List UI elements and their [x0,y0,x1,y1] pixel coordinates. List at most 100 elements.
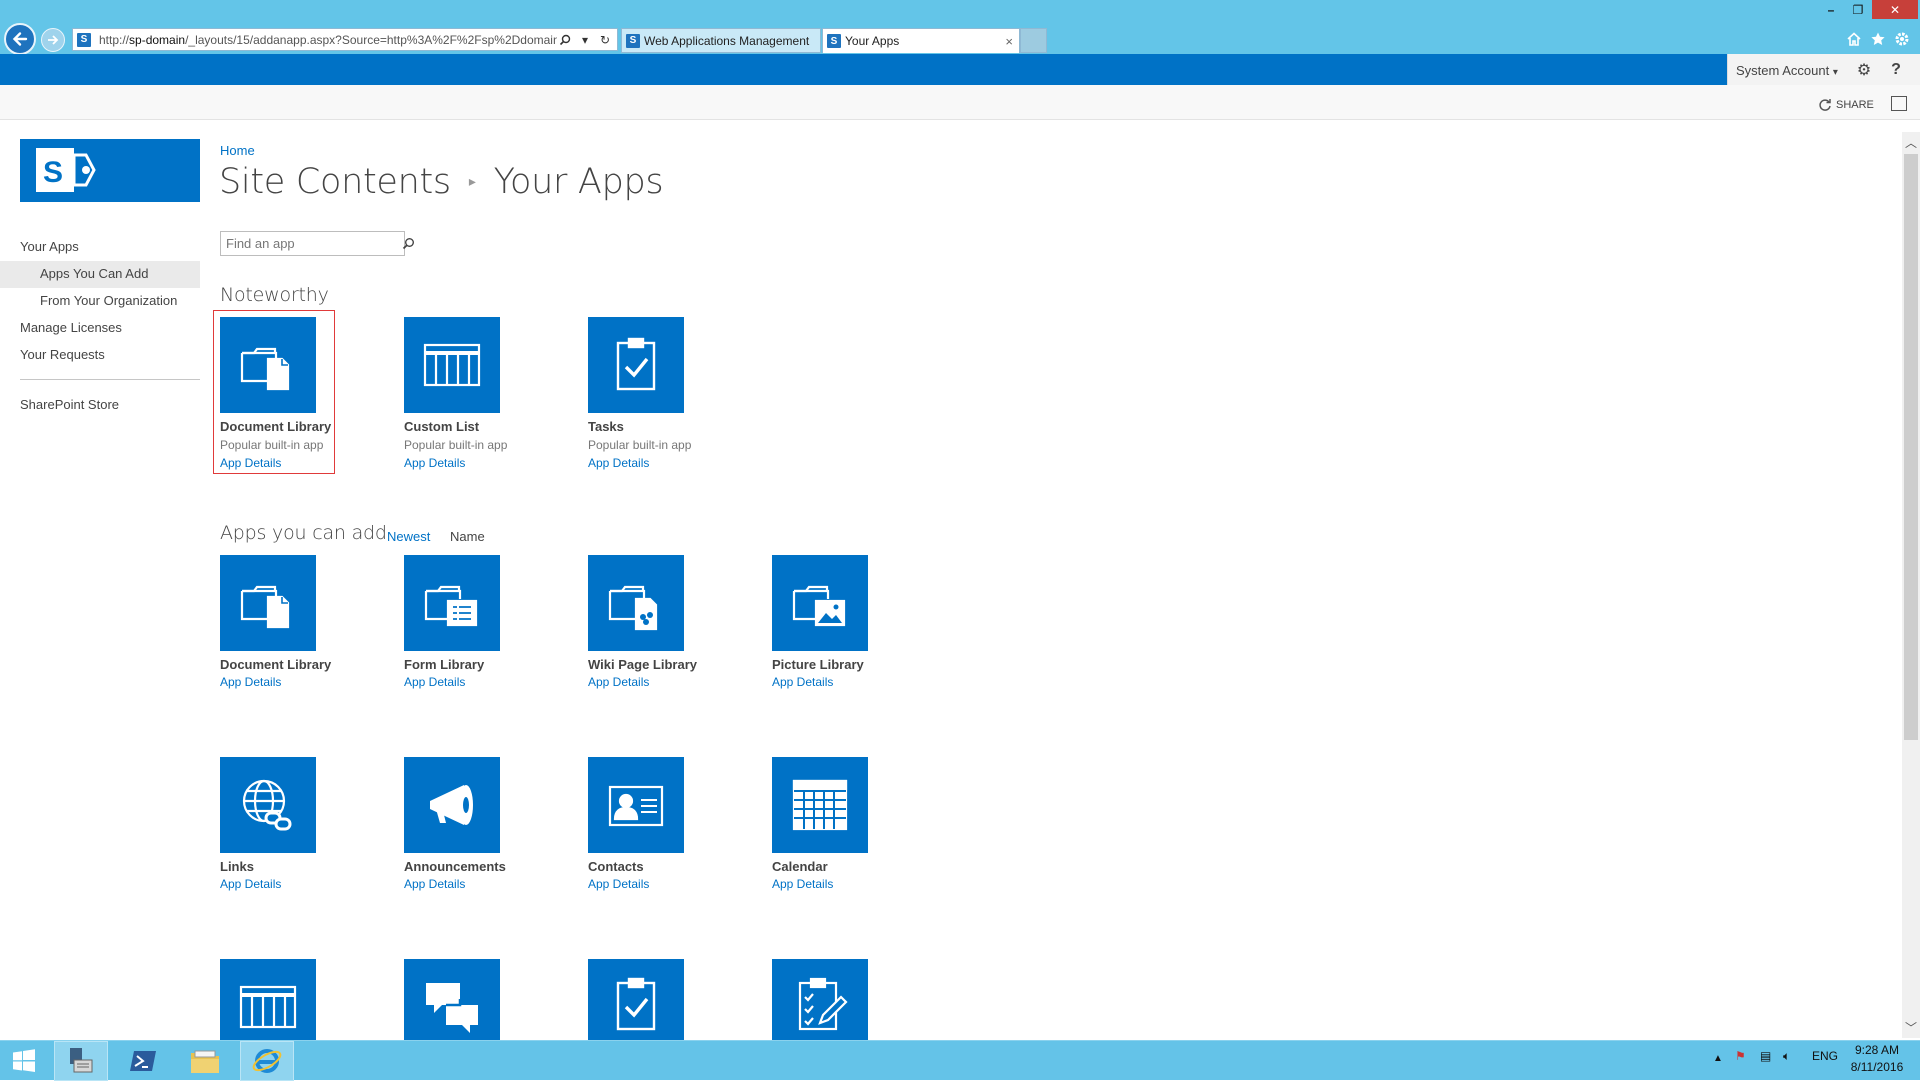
scroll-down-arrow-icon[interactable]: ﹀ [1905,1019,1917,1036]
app-name[interactable]: Contacts [588,859,738,875]
restore-button[interactable]: ❐ [1845,0,1871,19]
app-details-link[interactable]: App Details [220,875,370,893]
app-tile-announcements[interactable]: Announcements App Details [404,757,554,893]
app-name[interactable]: Links [220,859,370,875]
share-button[interactable]: SHARE [1818,98,1874,112]
app-tile-calendar[interactable]: Calendar App Details [772,757,922,893]
announcements-icon[interactable] [404,757,500,853]
app-tile-document-library[interactable]: Document Library App Details [220,555,370,691]
tasks-icon[interactable] [588,317,684,413]
nav-your-apps[interactable]: Your Apps [0,234,200,261]
page-title-site-contents[interactable]: Site Contents [219,162,451,202]
app-tile-wiki-page-library[interactable]: Wiki Page Library App Details [588,555,738,691]
app-name[interactable]: Custom List [404,419,554,435]
noteworthy-tile-tasks[interactable]: Tasks Popular built-in app App Details [588,317,738,472]
new-tab-button[interactable] [1020,28,1047,53]
tray-show-hidden-icon[interactable]: ▲ [1713,1053,1723,1064]
tasks-icon[interactable] [588,959,684,1040]
taskbar-clock[interactable]: 9:28 AM 8/11/2016 [1842,1042,1912,1076]
tray-volume-icon[interactable]: 🔈︎ [1783,1049,1790,1064]
close-tab-icon[interactable]: × [1005,34,1013,49]
refresh-icon[interactable]: ↻ [597,32,613,48]
tray-network-icon[interactable]: ▤ [1760,1049,1771,1063]
app-details-link[interactable]: App Details [404,875,554,893]
taskbar-internet-explorer[interactable] [240,1041,294,1081]
search-icon[interactable] [402,233,415,255]
find-app-search-box[interactable] [220,231,414,256]
minimize-button[interactable]: – [1818,0,1844,19]
url-text[interactable]: http://sp-domain/_layouts/15/addanapp.as… [95,33,557,47]
search-icon[interactable] [557,32,573,48]
app-tile-form-library[interactable]: Form Library App Details [404,555,554,691]
app-name[interactable]: Calendar [772,859,922,875]
app-name[interactable]: Announcements [404,859,554,875]
sort-name-link[interactable]: Name [450,529,485,544]
form-library-icon[interactable] [404,555,500,651]
custom-list-icon[interactable] [404,317,500,413]
nav-your-requests[interactable]: Your Requests [0,342,200,369]
taskbar-server-manager[interactable] [54,1041,108,1081]
discussion-board-icon[interactable] [404,959,500,1040]
close-window-button[interactable]: ✕ [1872,0,1918,19]
app-tile-custom-list[interactable] [220,959,370,1040]
sort-newest-link[interactable]: Newest [387,529,430,544]
app-name[interactable]: Form Library [404,657,554,673]
app-details-link[interactable]: App Details [404,673,554,691]
issue-tracking-icon[interactable] [772,959,868,1040]
nav-sharepoint-store[interactable]: SharePoint Store [0,392,200,419]
app-details-link[interactable]: App Details [588,454,738,472]
calendar-icon[interactable] [772,757,868,853]
app-name[interactable]: Document Library [220,657,370,673]
help-icon[interactable]: ? [1885,60,1907,80]
app-details-link[interactable]: App Details [220,673,370,691]
app-tile-issue-tracking[interactable] [772,959,922,1040]
app-tile-picture-library[interactable]: Picture Library App Details [772,555,922,691]
app-details-link[interactable]: App Details [588,673,738,691]
noteworthy-tile-custom-list[interactable]: Custom List Popular built-in app App Det… [404,317,554,472]
app-details-link[interactable]: App Details [404,454,554,472]
address-bar[interactable]: S http://sp-domain/_layouts/15/addanapp.… [72,28,618,51]
start-button[interactable] [0,1041,48,1081]
favorites-star-icon[interactable] [1867,28,1889,50]
tray-flag-icon[interactable]: ⚑ [1735,1049,1746,1063]
home-icon[interactable] [1843,28,1865,50]
custom-list-icon[interactable] [220,959,316,1040]
taskbar-powershell[interactable] [116,1041,170,1081]
app-details-link[interactable]: App Details [588,875,738,893]
app-tile-tasks[interactable] [588,959,738,1040]
tab-your-apps[interactable]: S Your Apps × [822,28,1020,53]
focus-on-content-icon[interactable] [1891,96,1907,111]
app-tile-links[interactable]: Links App Details [220,757,370,893]
breadcrumb-home[interactable]: Home [220,143,255,158]
tools-gear-icon[interactable] [1891,28,1913,50]
forward-button[interactable] [41,28,65,52]
back-button[interactable] [4,23,36,55]
sharepoint-logo[interactable]: S [20,139,200,202]
taskbar-file-explorer[interactable] [178,1041,232,1081]
dropdown-arrow-icon[interactable]: ▾ [577,32,593,48]
nav-manage-licenses[interactable]: Manage Licenses [0,315,200,342]
tray-language-indicator[interactable]: ENG [1812,1049,1838,1063]
document-library-icon[interactable] [220,555,316,651]
app-details-link[interactable]: App Details [772,875,922,893]
wiki-page-library-icon[interactable] [588,555,684,651]
settings-gear-icon[interactable]: ⚙ [1853,60,1875,80]
find-app-input[interactable] [226,236,402,251]
scrollbar-thumb[interactable] [1904,154,1918,740]
tab-web-applications-management[interactable]: S Web Applications Management [621,28,821,53]
contacts-icon[interactable] [588,757,684,853]
nav-from-your-organization[interactable]: From Your Organization [0,288,200,315]
app-tile-discussion-board[interactable] [404,959,554,1040]
picture-library-icon[interactable] [772,555,868,651]
app-name[interactable]: Picture Library [772,657,922,673]
app-tile-contacts[interactable]: Contacts App Details [588,757,738,893]
app-name[interactable]: Wiki Page Library [588,657,738,673]
account-menu[interactable]: System Account ▾ [1736,63,1838,78]
ribbon-row [0,85,1920,120]
app-details-link[interactable]: App Details [772,673,922,691]
vertical-scrollbar[interactable]: ︿ ﹀ [1902,132,1920,1038]
app-name[interactable]: Tasks [588,419,738,435]
scroll-up-arrow-icon[interactable]: ︿ [1905,134,1917,151]
nav-apps-you-can-add[interactable]: Apps You Can Add [0,261,200,288]
links-icon[interactable] [220,757,316,853]
